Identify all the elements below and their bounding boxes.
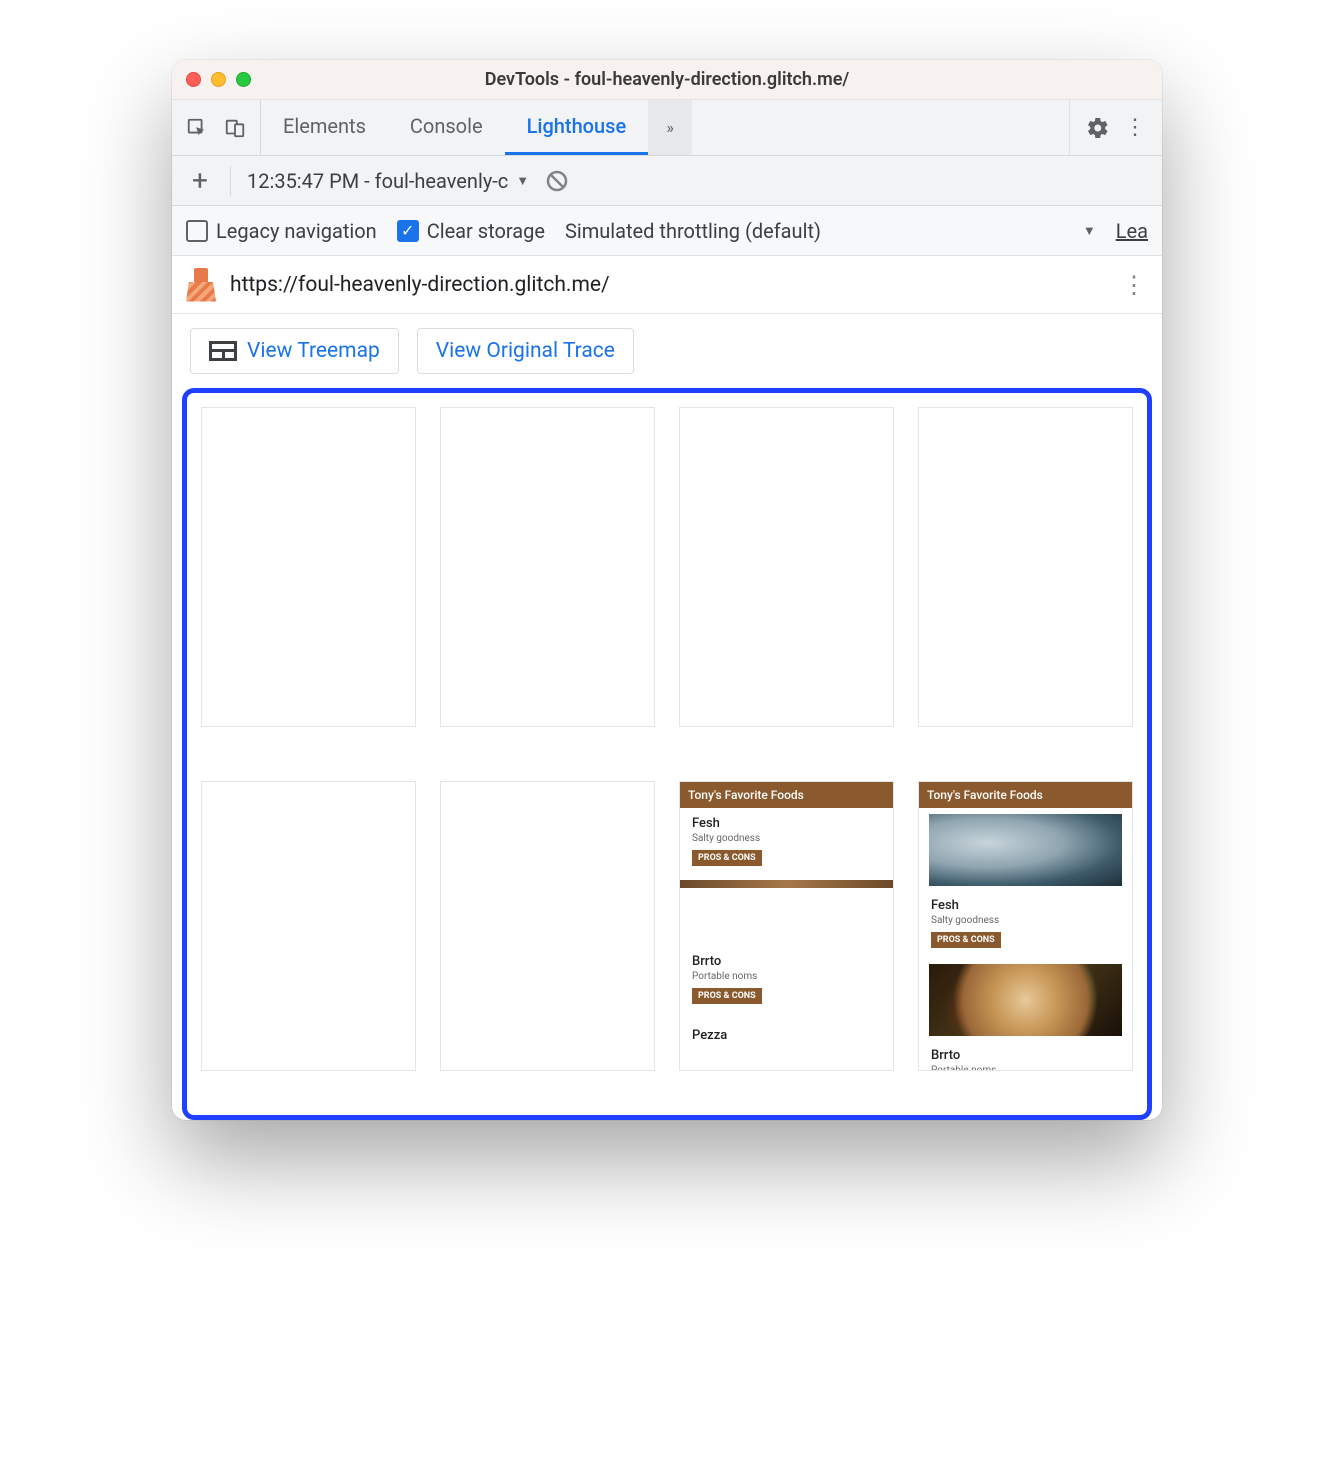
checkbox-checked-icon: ✓ [397,220,419,242]
filmstrip-frame[interactable] [440,781,655,1071]
filmstrip-frame[interactable] [679,407,894,727]
checkbox-unchecked-icon [186,220,208,242]
thumb-card: Pezza [680,1014,893,1055]
minimize-icon[interactable] [211,72,226,87]
chevron-double-right-icon: » [666,118,674,137]
thumb-title: Brrto [692,954,881,969]
throttling-select[interactable]: Simulated throttling (default) [565,219,821,243]
report-urlbar: https://foul-heavenly-direction.glitch.m… [172,256,1162,314]
truncated-link[interactable]: Lea [1116,219,1148,243]
view-trace-button[interactable]: View Original Trace [417,328,634,374]
window-title: DevTools - foul-heavenly-direction.glitc… [172,69,1162,90]
tab-console[interactable]: Console [388,100,505,155]
report-select[interactable]: 12:35:47 PM - foul-heavenly-c ▼ [247,169,529,193]
device-toggle-icon[interactable] [224,117,246,139]
report-select-label: 12:35:47 PM - foul-heavenly-c [247,169,508,193]
filmstrip-frame[interactable]: Tony's Favorite Foods Fesh Salty goodnes… [679,781,894,1071]
filmstrip-frame[interactable]: Tony's Favorite Foods Fesh Salty goodnes… [918,781,1133,1071]
pros-cons-badge: PROS & CONS [692,988,762,1004]
close-icon[interactable] [186,72,201,87]
thumb-sub: Salty goodness [692,833,881,844]
thumb-sub: Salty goodness [931,915,1120,926]
thumb-sub: Portable noms [931,1065,1120,1071]
view-trace-label: View Original Trace [436,339,615,363]
thumb-card: Brrto Portable noms PROS & CONS [680,946,893,1014]
thumb-title: Fesh [931,898,1120,913]
more-tabs-button[interactable]: » [648,100,692,155]
thumb-header: Tony's Favorite Foods [680,782,893,808]
panel-tabs: Elements Console Lighthouse [261,100,648,155]
filmstrip-frame[interactable] [201,407,416,727]
view-treemap-button[interactable]: View Treemap [190,328,399,374]
thumb-body: Fesh Salty goodness PROS & CONS Brrto Po… [919,814,1132,1071]
chevron-down-icon: ▼ [1083,223,1096,239]
thumb-title: Pezza [692,1028,881,1043]
legacy-nav-option[interactable]: Legacy navigation [186,219,377,243]
thumb-title: Fesh [692,816,881,831]
tab-elements[interactable]: Elements [261,100,388,155]
inspect-icon[interactable] [186,117,208,139]
lighthouse-toolbar: + 12:35:47 PM - foul-heavenly-c ▼ [172,156,1162,206]
panel-tabbar: Elements Console Lighthouse » ⋮ [172,100,1162,156]
thumb-sub: Portable noms [692,971,881,982]
filmstrip-frame[interactable] [918,407,1133,727]
thumb-body: Fesh Salty goodness PROS & CONS Brrto Po… [680,808,893,1055]
thumb-image-fish [929,814,1122,886]
thumb-header: Tony's Favorite Foods [919,782,1132,808]
clear-icon[interactable] [545,169,569,193]
clear-storage-label: Clear storage [427,219,545,243]
pros-cons-badge: PROS & CONS [931,932,1001,948]
lighthouse-icon [186,268,216,302]
traffic-lights [186,72,251,87]
thumb-title: Brrto [931,1048,1120,1063]
titlebar: DevTools - foul-heavenly-direction.glitc… [172,60,1162,100]
report-actions: View Treemap View Original Trace [172,314,1162,388]
throttling-label: Simulated throttling (default) [565,219,821,243]
treemap-icon [209,341,237,361]
thumb-card: Fesh Salty goodness PROS & CONS [680,808,893,876]
gear-icon[interactable] [1086,116,1110,140]
report-menu-icon[interactable]: ⋮ [1122,271,1148,299]
filmstrip-frame[interactable] [201,781,416,1071]
tab-lighthouse[interactable]: Lighthouse [505,100,649,155]
kebab-menu-icon[interactable]: ⋮ [1124,125,1146,131]
thumb-card: Brrto Portable noms [919,1040,1132,1071]
thumb-image-burrito [929,964,1122,1036]
chevron-down-icon: ▼ [516,173,529,189]
view-treemap-label: View Treemap [247,339,380,363]
tabbar-right: ⋮ [1069,100,1162,155]
devtools-window: DevTools - foul-heavenly-direction.glitc… [172,60,1162,1120]
report-url: https://foul-heavenly-direction.glitch.m… [230,273,1108,297]
pros-cons-badge: PROS & CONS [692,850,762,866]
legacy-nav-label: Legacy navigation [216,219,377,243]
zoom-icon[interactable] [236,72,251,87]
filmstrip-frame[interactable] [440,407,655,727]
lighthouse-options: Legacy navigation ✓ Clear storage Simula… [172,206,1162,256]
thumb-image-strip [680,880,893,888]
separator [230,166,231,196]
clear-storage-option[interactable]: ✓ Clear storage [397,219,545,243]
new-report-button[interactable]: + [186,164,214,197]
filmstrip: Tony's Favorite Foods Fesh Salty goodnes… [182,388,1152,1120]
thumb-card: Fesh Salty goodness PROS & CONS [919,890,1132,958]
tabbar-inspect-group [172,100,261,155]
